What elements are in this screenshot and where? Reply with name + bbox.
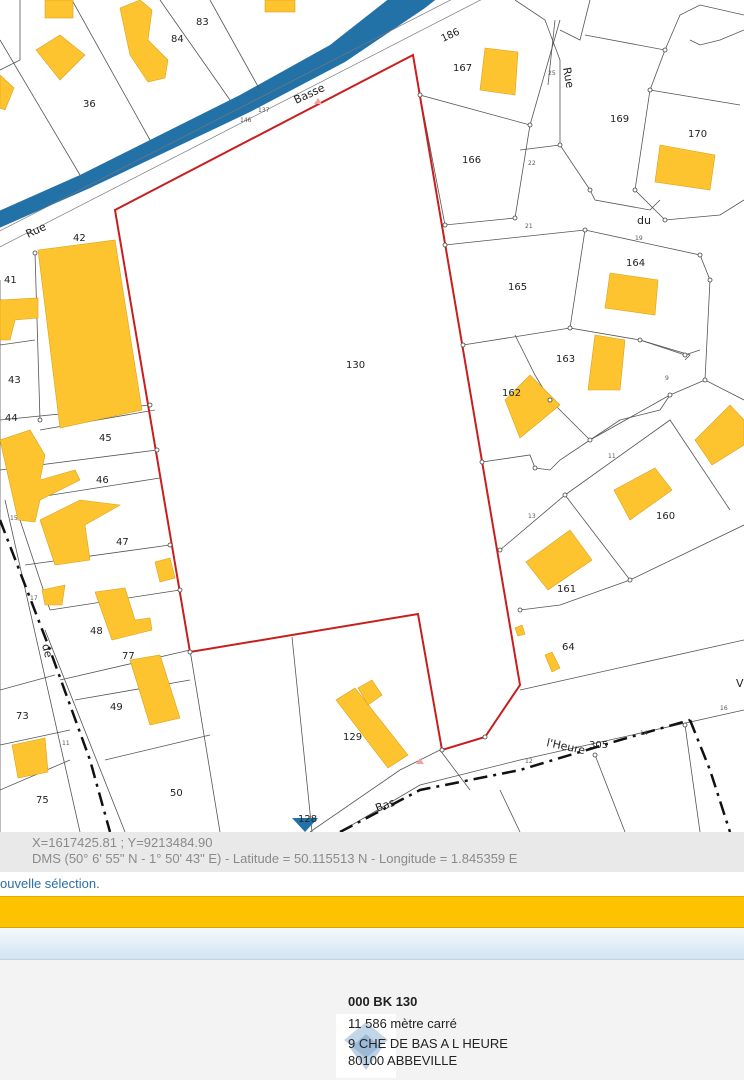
parcel-info-panel: 000 BK 130 11 586 mètre carré 9 CHE DE B… xyxy=(0,960,744,1080)
parcel-address-line1: 9 CHE DE BAS A L HEURE xyxy=(348,1036,508,1051)
svg-text:12: 12 xyxy=(525,758,533,765)
parcel-label: 46 xyxy=(96,475,109,486)
selected-parcel-130[interactable] xyxy=(113,53,522,752)
street-label-rue: Rue xyxy=(24,220,49,241)
parcel-label: 161 xyxy=(557,584,576,595)
parcel-area: 11 586 mètre carré xyxy=(348,1016,457,1031)
parcel-label: 162 xyxy=(502,388,521,399)
svg-text:9: 9 xyxy=(665,375,669,382)
parcel-label: 163 xyxy=(556,354,575,365)
svg-text:11: 11 xyxy=(608,453,616,460)
selection-bar: ouvelle sélection. xyxy=(0,872,744,896)
svg-text:13: 13 xyxy=(528,513,536,520)
toolbar-band xyxy=(0,896,744,928)
parcel-label: 50 xyxy=(170,788,183,799)
street-label-bas: Bas xyxy=(374,796,398,815)
parcel-label: 75 xyxy=(36,795,49,806)
parcel-address-line2: 80100 ABBEVILLE xyxy=(348,1053,458,1068)
parcel-label: 169 xyxy=(610,114,629,125)
parcel-label: 49 xyxy=(110,702,123,713)
svg-text:22: 22 xyxy=(528,160,536,167)
street-label-du: du xyxy=(637,214,651,227)
xy-coordinates: X=1617425.81 ; Y=9213484.90 xyxy=(32,835,213,850)
parcel-label: 167 xyxy=(453,63,472,74)
parcel-label: 84 xyxy=(171,34,184,45)
street-label-v: V xyxy=(736,677,744,690)
parcel-label: 170 xyxy=(688,129,707,140)
map-canvas[interactable]: 25 22 21 19 9 11 13 14 16 12 146 137 15 … xyxy=(0,0,744,832)
parcel-label: 36 xyxy=(83,99,96,110)
parcel-label: 186 xyxy=(440,27,462,45)
svg-text:11: 11 xyxy=(62,740,70,747)
parcel-label: 48 xyxy=(90,626,103,637)
header-band xyxy=(0,928,744,960)
parcel-label: 130 xyxy=(346,360,365,371)
svg-text:17: 17 xyxy=(30,595,38,602)
svg-text:14: 14 xyxy=(640,730,648,737)
parcel-label: 43 xyxy=(8,375,21,386)
parcel-label: 41 xyxy=(4,275,17,286)
boundary-line xyxy=(0,519,112,832)
cadastral-map[interactable]: 25 22 21 19 9 11 13 14 16 12 146 137 15 … xyxy=(0,0,744,832)
parcel-label: 129 xyxy=(343,732,362,743)
parcel-label: 128 xyxy=(298,814,317,825)
coordinates-readout: X=1617425.81 ; Y=9213484.90 DMS (50° 6' … xyxy=(0,832,744,872)
street-label-rue-du: Rue xyxy=(560,66,576,89)
parcel-label: 83 xyxy=(196,17,209,28)
svg-text:137: 137 xyxy=(258,107,270,114)
parcel-label: 164 xyxy=(626,258,645,269)
parcel-label: 165 xyxy=(508,282,527,293)
dms-coordinates: DMS (50° 6' 55" N - 1° 50' 43" E) - Lati… xyxy=(32,851,518,866)
parcel-label: 160 xyxy=(656,511,675,522)
svg-text:15: 15 xyxy=(10,515,18,522)
parcel-label: 77 xyxy=(122,651,135,662)
parcel-label: 45 xyxy=(99,433,112,444)
svg-text:16: 16 xyxy=(720,705,728,712)
parcel-label: 73 xyxy=(16,711,29,722)
parcel-label: 42 xyxy=(73,233,86,244)
parcel-label: 64 xyxy=(562,642,575,653)
svg-text:25: 25 xyxy=(548,70,556,77)
parcel-label: 166 xyxy=(462,155,481,166)
street-label-heure: l'Heure xyxy=(545,736,586,757)
svg-text:146: 146 xyxy=(240,117,252,124)
parcel-label: 47 xyxy=(116,537,129,548)
new-selection-link[interactable]: ouvelle sélection. xyxy=(0,876,100,891)
parcel-label: 44 xyxy=(5,413,18,424)
parcel-label: 305 xyxy=(589,740,608,751)
svg-text:19: 19 xyxy=(635,235,643,242)
parcel-reference: 000 BK 130 xyxy=(348,994,418,1009)
svg-text:21: 21 xyxy=(525,223,533,230)
